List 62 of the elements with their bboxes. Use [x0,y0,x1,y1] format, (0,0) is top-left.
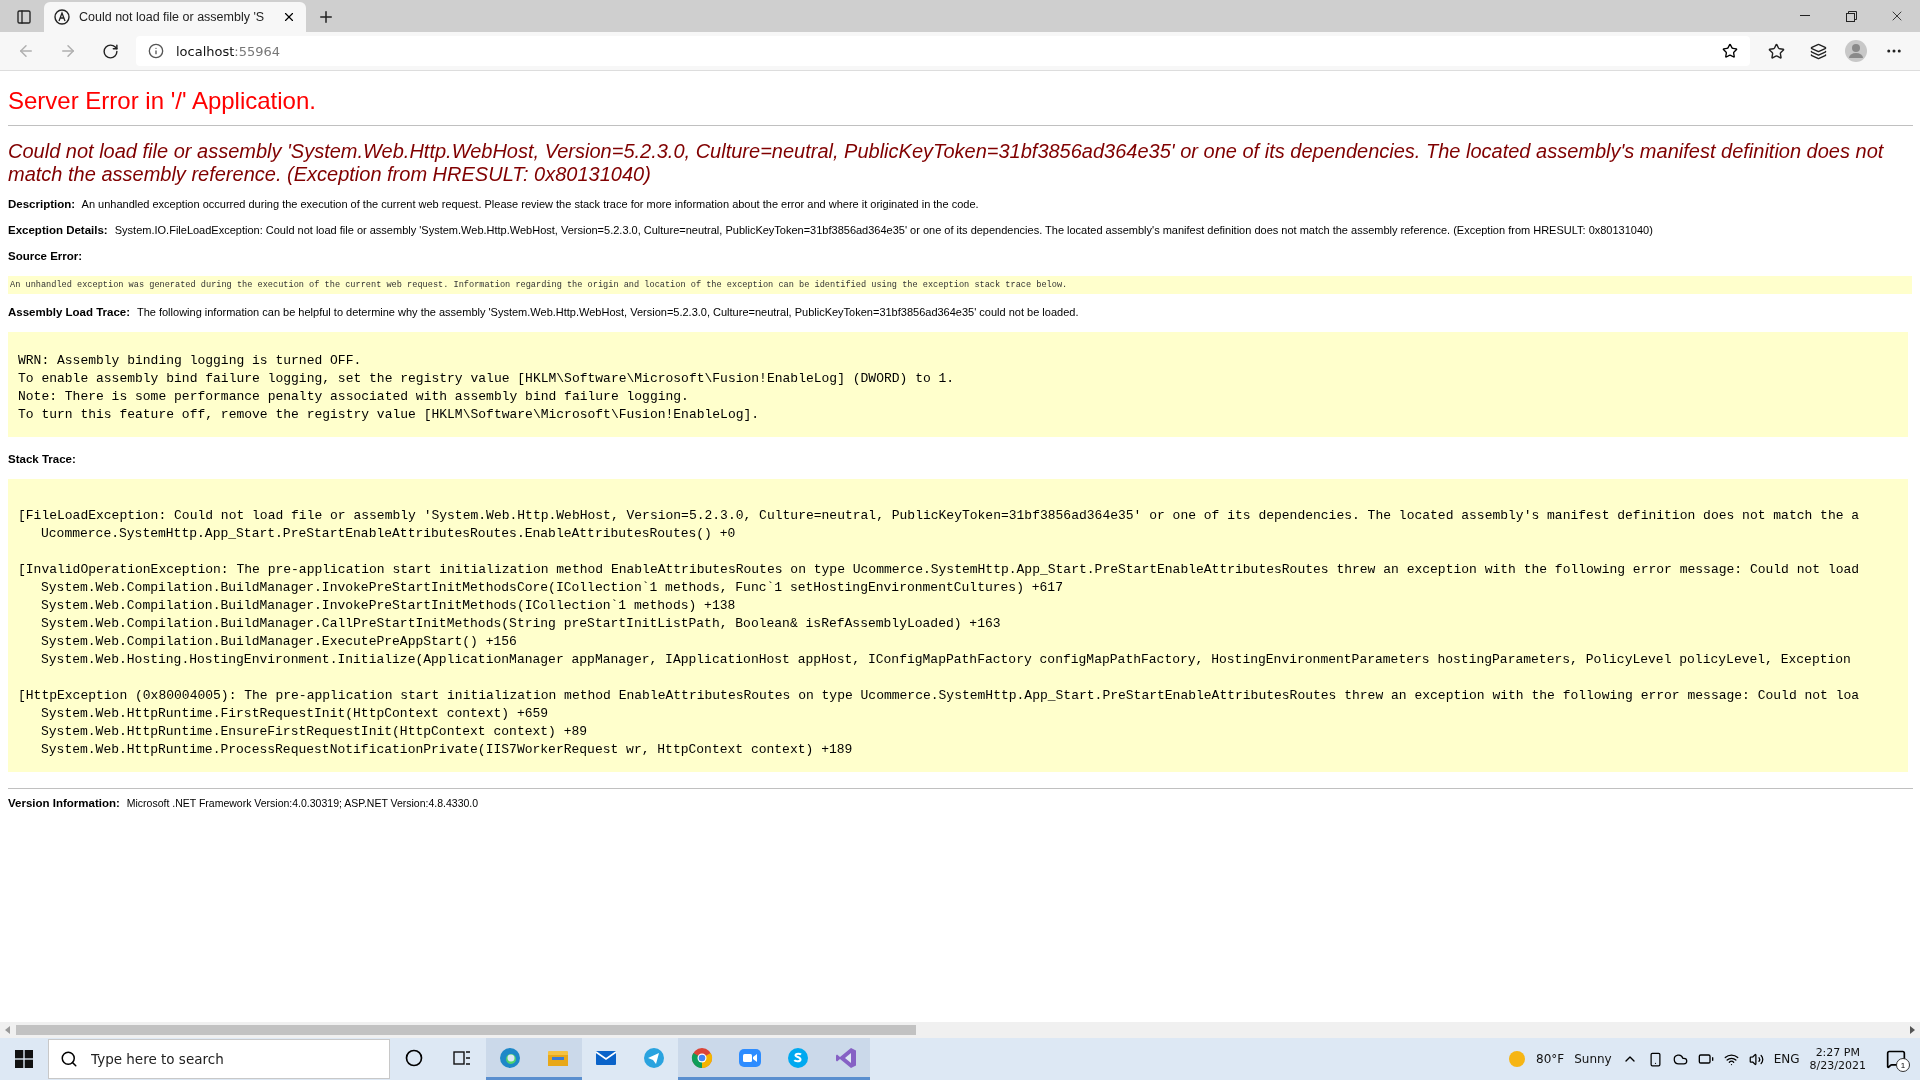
stack-frame-line: System.Web.HttpRuntime.FirstRequestInit(HttpContext context) +659 [40,705,550,723]
clock-time: 2:27 PM [1815,1046,1860,1059]
version-info: Version Information: Microsoft .NET Framework Version:4.0.30319; ASP.NET Version:4.8.4330.0 [8,797,480,809]
stack-frame-line: Ucommerce.SystemHttp.App_Start.PreStartEnableAttributesRoutes.EnableAttributesRoutes() +0 [40,525,737,543]
code-line: WRN: Assembly binding logging is turned OFF. [18,352,363,370]
scroll-right-icon[interactable] [1908,1026,1916,1034]
code-line: To enable assembly bind failure logging, set the registry value [HKLM\Software\Microsoft\Fusion!EnableLog] (DWORD) to 1. [18,370,956,388]
info-paragraph: Description: An unhandled exception occurred during the execution of the current web request. Please review the stack trace for more information about the error and where it originated in the code. [8,198,980,210]
stack-frame-line: System.Web.Hosting.HostingEnvironment.Initialize(ApplicationManager appManager, IApplicationHost appHost, IConfigMapPathFactory configMapPathFactory, HostingEnvironmentParameters hostingParameters, PolicyLevel policyLevel, Exception [40,651,1852,669]
code-line: Note: There is some performance penalty associated with assembly bind failure logging. [18,388,690,406]
page-icon [54,9,70,25]
language-indicator[interactable]: ENG [1773,1052,1800,1066]
info-icon [148,43,164,59]
taskbar-app[interactable] [486,1038,534,1080]
browser-icon [498,1045,522,1070]
scrollbar-thumb[interactable] [16,1025,916,1035]
sun-icon [1508,1050,1526,1068]
browser-tab[interactable]: Could not load file or assembly 'S [44,2,306,32]
star-icon[interactable] [1722,43,1738,59]
code-line: [InvalidOperationException: The pre-application start initialization method EnableAttributesRoutes on type Ucommerce.SystemHttp.App_Start.PreStartEnableAttributesRoutes threw an exception with the following error message: Could not load [18,561,1861,579]
volume-icon[interactable] [1748,1051,1764,1067]
skype-icon [786,1045,810,1070]
stack-frame-line: System.Web.Compilation.BuildManager.ExecutePreAppStart() +156 [40,633,518,651]
wifi-icon[interactable] [1723,1051,1739,1067]
stack-frame-line: System.Web.Compilation.BuildManager.InvokePreStartInitMethods(ICollection`1 methods) +138 [40,597,737,615]
battery-icon[interactable] [1697,1051,1714,1067]
info-paragraph: Exception Details: System.IO.FileLoadException: Could not load file or assembly 'System.Web.Http.WebHost, Version=5.2.3.0, Culture=neutral, PublicKeyToken=31bf3856ad364e35' or one of its dependencies. The located assembly's manifest definition does not match the assembly reference. (Exception from HRESULT: 0x80131040) [8,224,1654,236]
notifications-button[interactable]: 1 [1876,1038,1916,1080]
phone-icon[interactable] [1647,1051,1663,1067]
code-line: [FileLoadException: Could not load file or assembly 'System.Web.Http.WebHost, Version=5.2.3.0, Culture=neutral, PublicKeyToken=31bf3856ad364e35' or one of its dependencies. The located assembly's manifest definition does not match the a [18,507,1861,525]
code-line: [HttpException (0x80004005): The pre-application start initialization method EnableAttributesRoutes on type Ucommerce.SystemHttp.App_Start.PreStartEnableAttributesRoutes threw an exception with the following error message: Could not loa [18,687,1861,705]
address-field[interactable]: localhost:55964 [136,36,1750,66]
avatar-icon[interactable] [1844,39,1868,63]
url-host: localhost [176,44,235,59]
tab-title: Could not load file or assembly 'S [79,10,266,24]
weather-condition: Sunny [1574,1052,1612,1066]
temperature: 80°F [1536,1052,1565,1066]
cloud-icon[interactable] [1672,1051,1688,1067]
paper-plane-icon [642,1045,666,1070]
clock-date: 8/23/2021 [1809,1059,1866,1072]
stack-frame-line: System.Web.HttpRuntime.ProcessRequestNotificationPrivate(IIS7WorkerRequest wr, HttpContext context) +189 [40,741,854,759]
search-icon [60,1050,78,1068]
code-line: To turn this feature off, remove the registry value [HKLM\Software\Microsoft\Fusion!EnableLog]. [18,406,761,424]
close-icon[interactable] [282,10,296,24]
page-title: Server Error in '/' Application. [8,87,317,115]
info-paragraph: Assembly Load Trace: The following information can be helpful to determine why the assembly 'System.Web.Http.WebHost, Version=5.2.3.0, Culture=neutral, PublicKeyToken=31bf3856ad364e35' could not be loaded. [8,306,1080,318]
search-field[interactable]: Type here to search [48,1039,390,1079]
notification-count: 1 [1896,1058,1910,1072]
notification-icon [1886,1049,1906,1069]
section-heading: Source Error: [8,250,84,262]
taskbar-app[interactable] [678,1038,726,1080]
taskbar-app[interactable] [822,1038,870,1080]
browser-icon [690,1045,714,1070]
windows-logo-icon [15,1050,33,1068]
source-error-note: An unhandled exception was generated during the execution of the current web request. Information regarding the origin and location of the exception can be identified using the exception stack trace below. [8,276,1912,294]
error-heading: Could not load file or assembly 'System.Web.Http.WebHost, Version=5.2.3.0, Culture=neutral, PublicKeyToken=31bf3856ad364e35' or one of its dependencies. The located assembly's manifest definition does not match the assembly reference. (Exception from HRESULT: 0x80131040) [8,140,1885,186]
stack-frame-line: System.Web.HttpRuntime.EnsureFirstRequestInit(HttpContext context) +89 [40,723,589,741]
stack-frame-line: System.Web.Compilation.BuildManager.InvokePreStartInitMethodsCore(ICollection`1 methods, Func`1 setHostingEnvironmentCultures) +617 [40,579,1064,597]
infinity-logo-icon [834,1045,858,1070]
section-heading: Stack Trace: [8,453,77,465]
url-port: :55964 [234,44,281,59]
stack-frame-line: System.Web.Compilation.BuildManager.CallPreStartInitMethods(String preStartInitListPath, Boolean& isRefAssemblyLoaded) +163 [40,615,1002,633]
